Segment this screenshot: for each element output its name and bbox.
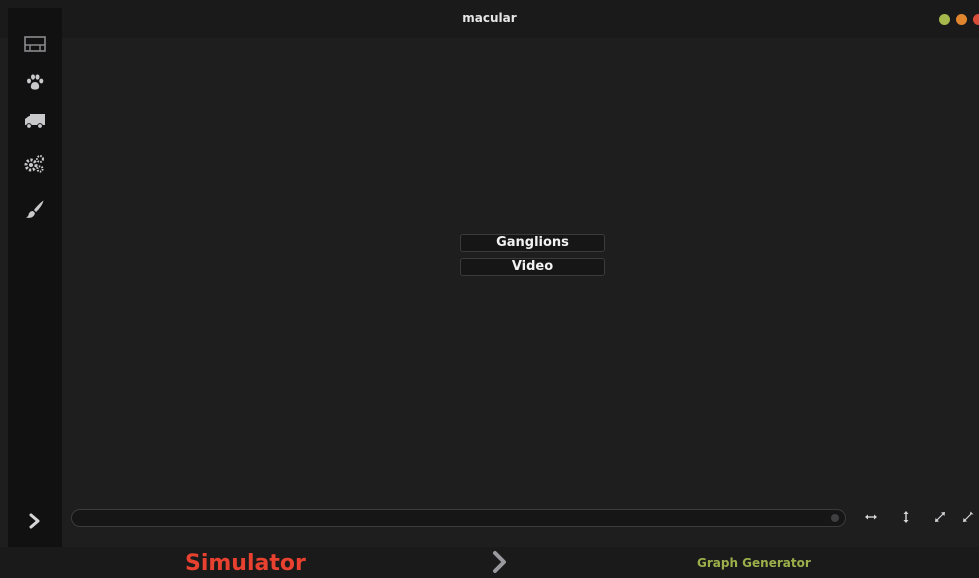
- sidebar-toggle-button[interactable]: [8, 506, 62, 536]
- chevron-right-icon: [29, 513, 40, 529]
- graph-generator-tab[interactable]: Graph Generator: [697, 556, 811, 570]
- close-button[interactable]: [973, 14, 979, 25]
- maximize-button[interactable]: [956, 14, 967, 25]
- paw-icon: [27, 74, 44, 90]
- arrows-vertical-icon: [903, 511, 909, 523]
- expand-icon: [935, 512, 945, 522]
- compress-icon: [963, 511, 974, 522]
- footer-bar: Simulator Graph Generator: [0, 547, 979, 578]
- sidebar: [8, 8, 62, 547]
- slider-handle[interactable]: [831, 514, 839, 522]
- simulator-tab[interactable]: Simulator: [185, 551, 306, 576]
- sidebar-item-film[interactable]: [8, 32, 62, 56]
- switch-view-button[interactable]: [488, 549, 512, 575]
- timeline-slider[interactable]: [71, 509, 846, 527]
- sidebar-item-truck[interactable]: [8, 109, 62, 133]
- sidebar-item-settings[interactable]: [8, 152, 62, 176]
- truck-icon: [25, 114, 45, 129]
- arrows-horizontal-icon: [865, 514, 877, 520]
- chevron-right-icon: [493, 551, 506, 573]
- film-icon: [24, 36, 46, 52]
- sidebar-item-brush[interactable]: [8, 197, 62, 221]
- minimize-button[interactable]: [939, 14, 950, 25]
- window-title: macular: [462, 11, 517, 25]
- fit-width-button[interactable]: [860, 507, 882, 527]
- compress-button[interactable]: [962, 507, 979, 527]
- sidebar-item-paw[interactable]: [8, 70, 62, 94]
- title-bar: macular: [0, 0, 979, 38]
- fit-height-button[interactable]: [895, 507, 917, 527]
- gears-icon: [24, 155, 44, 173]
- ganglions-button[interactable]: Ganglions: [460, 234, 605, 252]
- expand-button[interactable]: [929, 507, 951, 527]
- main-canvas: Ganglions Video: [62, 38, 979, 500]
- video-button[interactable]: Video: [460, 258, 605, 276]
- brush-icon: [26, 200, 44, 218]
